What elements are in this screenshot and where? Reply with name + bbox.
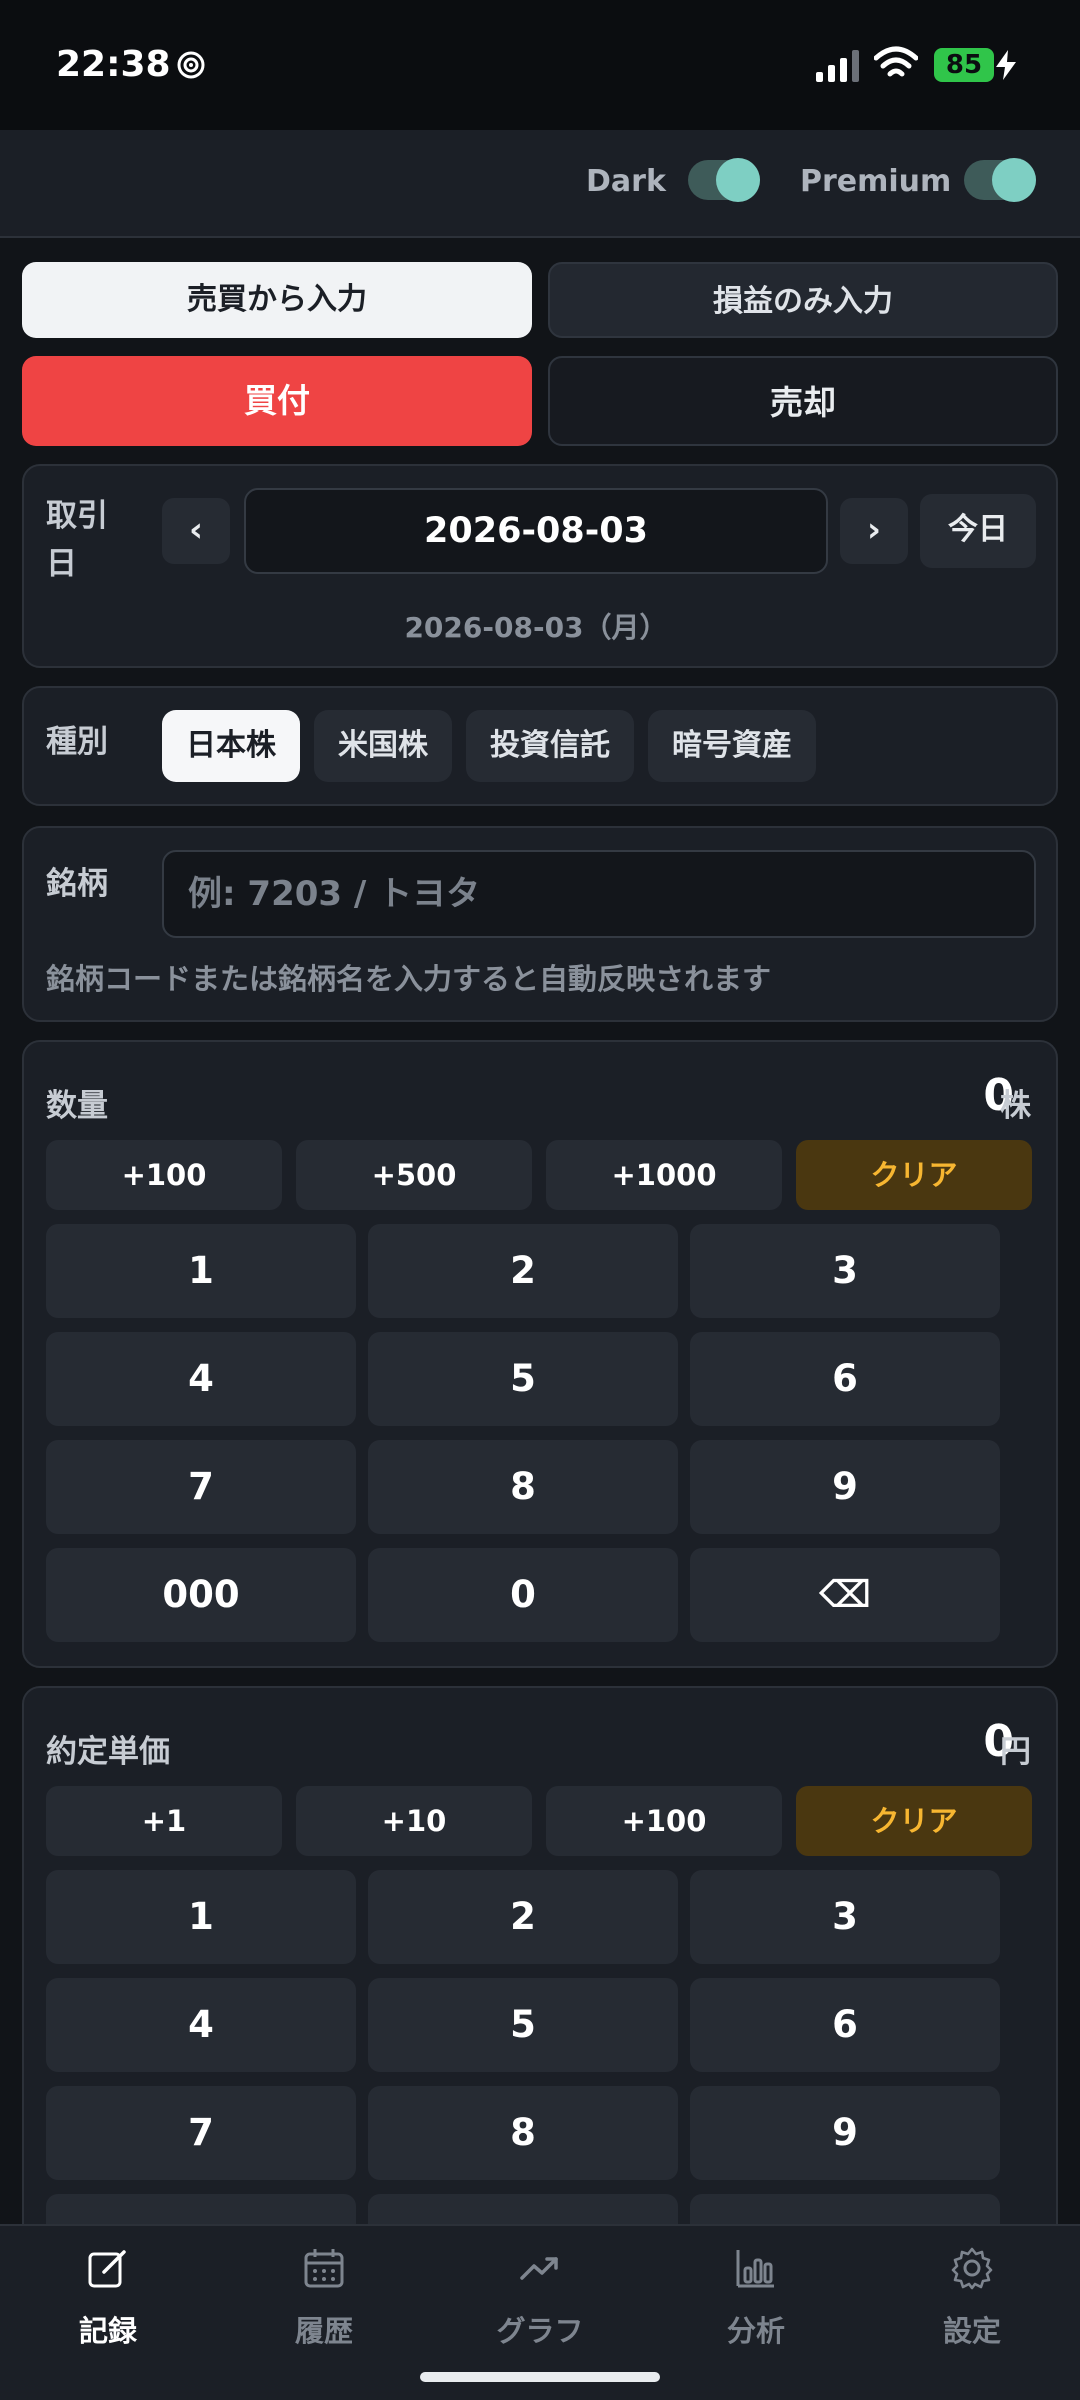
trade-date-label: 取引日 [46,498,108,582]
battery-level: 85 [934,48,994,82]
trade-date-card: 取引日 ‹ 2026-08-03 › 今日 2026-08-03（月） [22,464,1058,668]
tab-pnl-input[interactable]: 損益のみ入力 [548,262,1058,338]
quantity-key-2[interactable]: 2 [368,1224,678,1318]
price-clear-button[interactable]: クリア [796,1786,1032,1856]
quantity-label: 数量 [46,1088,108,1124]
premium-label: Premium [800,164,952,199]
status-bar: 22:38 85 [0,0,1080,130]
symbol-label: 銘柄 [46,866,108,902]
bar-chart-icon [736,2250,774,2288]
price-key-6[interactable]: 6 [690,1978,1000,2072]
date-weekday-text: 2026-08-03（月） [404,611,668,644]
symbol-hint: 銘柄コードまたは銘柄名を入力すると自動反映されます [46,962,772,996]
quantity-key-5[interactable]: 5 [368,1332,678,1426]
price-unit: 円 [1000,1734,1031,1770]
price-key-4[interactable]: 4 [46,1978,356,2072]
dark-mode-label: Dark [586,164,666,199]
price-plus-1[interactable]: +1 [46,1786,282,1856]
category-label: 種別 [46,724,108,760]
quantity-key-9[interactable]: 9 [690,1440,1000,1534]
dark-mode-toggle[interactable] [688,158,760,202]
category-crypto[interactable]: 暗号資産 [648,710,816,782]
quantity-key-1[interactable]: 1 [46,1224,356,1318]
nav-history[interactable]: 履歴 [216,2226,432,2356]
charging-bolt-icon [996,50,1016,80]
nav-analysis[interactable]: 分析 [648,2226,864,2356]
price-key-9[interactable]: 9 [690,2086,1000,2180]
toggle-knob [716,158,760,202]
category-us-stock[interactable]: 米国株 [314,710,452,782]
price-key-8[interactable]: 8 [368,2086,678,2180]
quantity-key-8[interactable]: 8 [368,1440,678,1534]
premium-toggle[interactable] [964,158,1036,202]
nav-settings-label: 設定 [942,2314,1001,2348]
nav-graph[interactable]: グラフ [432,2226,648,2356]
edit-icon [88,2250,126,2288]
quantity-key-6[interactable]: 6 [690,1332,1000,1426]
toggle-knob [992,158,1036,202]
app-header: Dark Premium [0,130,1080,238]
nav-graph-label: グラフ [496,2314,584,2348]
price-key-2[interactable]: 2 [368,1870,678,1964]
cellular-signal-icon [816,50,859,82]
category-mutual-fund[interactable]: 投資信託 [466,710,634,782]
next-date-button[interactable]: › [840,498,908,564]
quantity-key-0[interactable]: 0 [368,1548,678,1642]
category-card: 種別 日本株 米国株 投資信託 暗号資産 [22,686,1058,806]
price-plus-100[interactable]: +100 [546,1786,782,1856]
quantity-key-000[interactable]: 000 [46,1548,356,1642]
trend-up-icon [520,2257,558,2280]
price-key-7[interactable]: 7 [46,2086,356,2180]
quantity-plus-500[interactable]: +500 [296,1140,532,1210]
nav-history-label: 履歴 [294,2314,353,2348]
buy-button[interactable]: 買付 [22,356,532,446]
prev-date-button[interactable]: ‹ [162,498,230,564]
nav-settings[interactable]: 設定 [864,2226,1080,2356]
quantity-card: 数量 0 株 +100 +500 +1000 クリア 1 2 3 4 5 6 7… [22,1040,1058,1668]
quantity-unit: 株 [1000,1088,1031,1124]
price-label: 約定単価 [46,1734,170,1770]
home-indicator [420,2372,660,2382]
status-time: 22:38 [56,44,171,85]
today-button[interactable]: 今日 [920,494,1036,568]
calendar-icon [304,2249,344,2288]
focus-mode-icon [177,51,205,79]
category-jp-stock[interactable]: 日本株 [162,710,300,782]
symbol-card: 銘柄 例: 7203 / トヨタ 銘柄コードまたは銘柄名を入力すると自動反映され… [22,826,1058,1022]
quantity-key-4[interactable]: 4 [46,1332,356,1426]
price-key-3[interactable]: 3 [690,1870,1000,1964]
quantity-clear-button[interactable]: クリア [796,1140,1032,1210]
price-key-1[interactable]: 1 [46,1870,356,1964]
symbol-input[interactable]: 例: 7203 / トヨタ [162,850,1036,938]
nav-record[interactable]: 記録 [0,2226,216,2356]
price-plus-10[interactable]: +10 [296,1786,532,1856]
date-field[interactable]: 2026-08-03 [244,488,828,574]
tab-trade-input[interactable]: 売買から入力 [22,262,532,338]
quantity-key-7[interactable]: 7 [46,1440,356,1534]
quantity-plus-1000[interactable]: +1000 [546,1140,782,1210]
price-card: 約定単価 0 円 +1 +10 +100 クリア 1 2 3 4 5 6 7 8… [22,1686,1058,2288]
gear-icon [951,2247,993,2290]
quantity-key-3[interactable]: 3 [690,1224,1000,1318]
wifi-icon [874,46,918,77]
quantity-backspace-key[interactable]: ⌫ [690,1548,1000,1642]
sell-button[interactable]: 売却 [548,356,1058,446]
price-key-5[interactable]: 5 [368,1978,678,2072]
nav-analysis-label: 分析 [726,2314,785,2348]
nav-record-label: 記録 [78,2314,137,2348]
quantity-plus-100[interactable]: +100 [46,1140,282,1210]
